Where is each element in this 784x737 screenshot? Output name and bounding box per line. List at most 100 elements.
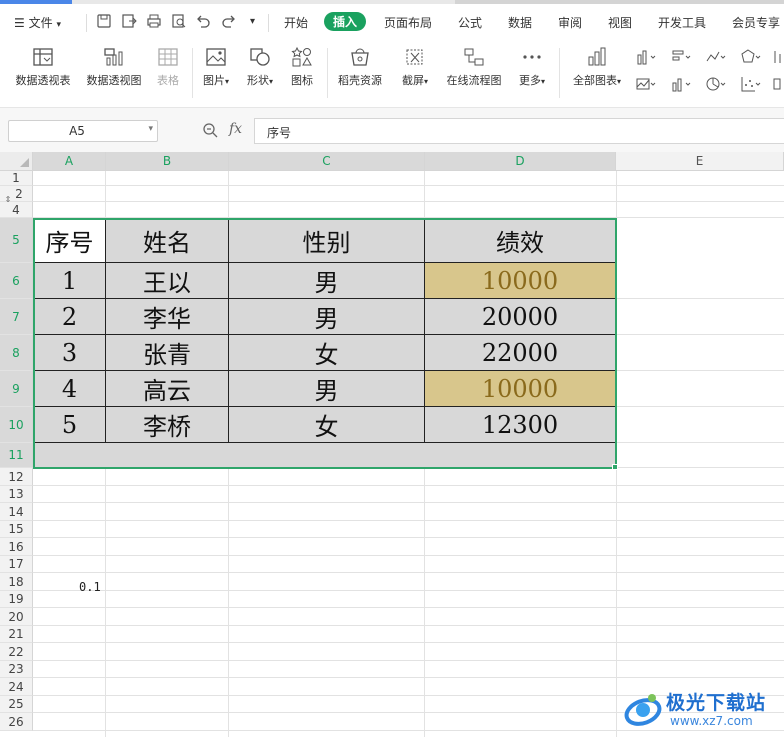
tab-page-layout[interactable]: 页面布局	[384, 14, 432, 31]
shapes-button[interactable]: 形状▾	[243, 46, 277, 88]
row-header[interactable]: 20	[0, 608, 33, 626]
row-header[interactable]: 25	[0, 696, 33, 713]
row-header[interactable]: 18	[0, 573, 33, 591]
select-all-corner[interactable]	[0, 152, 33, 171]
fill-handle[interactable]	[612, 464, 618, 470]
row-header[interactable]: 13	[0, 486, 33, 503]
row-header[interactable]: 9	[0, 371, 33, 407]
table-cell[interactable]: 3	[34, 335, 106, 371]
table-cell[interactable]: 李华	[106, 299, 229, 335]
table-header-cell[interactable]: 绩效	[425, 219, 616, 263]
row-header[interactable]: 6	[0, 263, 33, 299]
row-header[interactable]: 10	[0, 407, 33, 443]
table-cell[interactable]: 王以	[106, 263, 229, 299]
row-header[interactable]: 5	[0, 218, 33, 263]
area-chart-icon[interactable]	[636, 76, 658, 92]
quick-access-more-icon[interactable]: ▾	[250, 16, 255, 27]
column-header-c[interactable]: C	[229, 152, 425, 171]
table-cell[interactable]: 男	[229, 371, 425, 407]
pie-chart-icon[interactable]	[706, 76, 728, 92]
save-icon[interactable]	[96, 13, 112, 29]
row-header[interactable]: 7	[0, 299, 33, 335]
row-header[interactable]: 19	[0, 591, 33, 608]
row-header[interactable]: 17	[0, 556, 33, 573]
zoom-icon[interactable]	[202, 122, 218, 138]
column-header-a[interactable]: A	[33, 152, 106, 171]
screenshot-button[interactable]: 截屏▾	[397, 46, 433, 88]
table-header-cell[interactable]: 姓名	[106, 219, 229, 263]
row-header[interactable]: 22	[0, 643, 33, 661]
column-header-e[interactable]: E	[616, 152, 784, 171]
table-header-cell[interactable]: 性别	[229, 219, 425, 263]
table-cell[interactable]: 5	[34, 407, 106, 443]
more-button[interactable]: 更多▾	[514, 46, 550, 88]
formula-input[interactable]: 序号	[254, 118, 784, 144]
row-header[interactable]: 23	[0, 661, 33, 678]
table-cell[interactable]: 女	[229, 407, 425, 443]
spreadsheet-grid[interactable]: A B C D E 1 2 ⇕ 4 5 6 7 8 9 10 11 12 13 …	[0, 152, 784, 737]
pivot-table-button[interactable]: 数据透视表	[12, 46, 74, 88]
cell-a18-value[interactable]: 0.1	[79, 580, 101, 594]
table-button[interactable]: 表格	[153, 46, 183, 88]
row-header[interactable]: 4	[0, 202, 33, 218]
column-header-d[interactable]: D	[425, 152, 616, 171]
file-menu[interactable]: ☰ 文件 ▾	[14, 14, 61, 31]
row-header[interactable]: 15	[0, 521, 33, 538]
table-cell[interactable]: 1	[34, 263, 106, 299]
stock-chart-icon[interactable]	[772, 49, 784, 65]
tab-member[interactable]: 会员专享	[732, 14, 780, 31]
row-header[interactable]: 11	[0, 443, 33, 468]
bar-chart-icon[interactable]	[671, 49, 693, 65]
table-cell[interactable]: 李桥	[106, 407, 229, 443]
table-cell[interactable]: 12300	[425, 407, 616, 443]
all-charts-button[interactable]: 全部图表▾	[567, 46, 627, 88]
radar-chart-icon[interactable]	[741, 49, 763, 65]
tab-home[interactable]: 开始	[284, 14, 308, 31]
chevron-down-icon[interactable]: ▾	[148, 124, 153, 134]
picture-button[interactable]: 图片▾	[199, 46, 233, 88]
pivot-chart-button[interactable]: 数据透视图	[83, 46, 145, 88]
row-header[interactable]: 14	[0, 503, 33, 521]
tab-view[interactable]: 视图	[608, 14, 632, 31]
table-cell[interactable]: 女	[229, 335, 425, 371]
fx-icon[interactable]: fx	[229, 121, 242, 137]
table-cell-highlighted[interactable]: 10000	[425, 371, 616, 407]
tab-formulas[interactable]: 公式	[458, 14, 482, 31]
table-cell[interactable]: 张青	[106, 335, 229, 371]
tab-review[interactable]: 审阅	[558, 14, 582, 31]
table-cell[interactable]: 男	[229, 263, 425, 299]
row-header[interactable]: 12	[0, 468, 33, 486]
export-icon[interactable]	[121, 13, 137, 29]
scatter-chart-icon[interactable]	[741, 76, 763, 92]
tab-data[interactable]: 数据	[508, 14, 532, 31]
tab-insert[interactable]: 插入	[324, 12, 367, 31]
table-cell-highlighted[interactable]: 10000	[425, 263, 616, 299]
row-header[interactable]: 1	[0, 171, 33, 186]
docer-resource-button[interactable]: 稻壳资源	[334, 46, 386, 88]
table-cell[interactable]: 高云	[106, 371, 229, 407]
tab-developer[interactable]: 开发工具	[658, 14, 706, 31]
redo-icon[interactable]	[221, 13, 237, 29]
print-icon[interactable]	[146, 13, 162, 29]
row-header[interactable]: 21	[0, 626, 33, 643]
column-header-b[interactable]: B	[106, 152, 229, 171]
undo-icon[interactable]	[195, 13, 211, 29]
table-cell[interactable]: 22000	[425, 335, 616, 371]
row-header[interactable]: 26	[0, 713, 33, 731]
name-box[interactable]: A5 ▾	[8, 120, 158, 142]
online-flowchart-button[interactable]: 在线流程图	[443, 46, 505, 88]
table-cell[interactable]: 2	[34, 299, 106, 335]
column-chart-icon[interactable]	[636, 49, 658, 65]
table-cell[interactable]: 男	[229, 299, 425, 335]
table-cell[interactable]: 20000	[425, 299, 616, 335]
print-preview-icon[interactable]	[171, 13, 187, 29]
combo-chart-icon[interactable]	[671, 76, 693, 92]
row-header[interactable]: 24	[0, 678, 33, 696]
line-chart-icon[interactable]	[706, 49, 728, 65]
table-cell[interactable]: 4	[34, 371, 106, 407]
icons-button[interactable]: 图标	[288, 46, 316, 88]
more-charts-icon[interactable]	[772, 76, 784, 92]
row-header[interactable]: 16	[0, 538, 33, 556]
table-header-cell[interactable]: 序号	[34, 219, 106, 263]
row-header[interactable]: 8	[0, 335, 33, 371]
